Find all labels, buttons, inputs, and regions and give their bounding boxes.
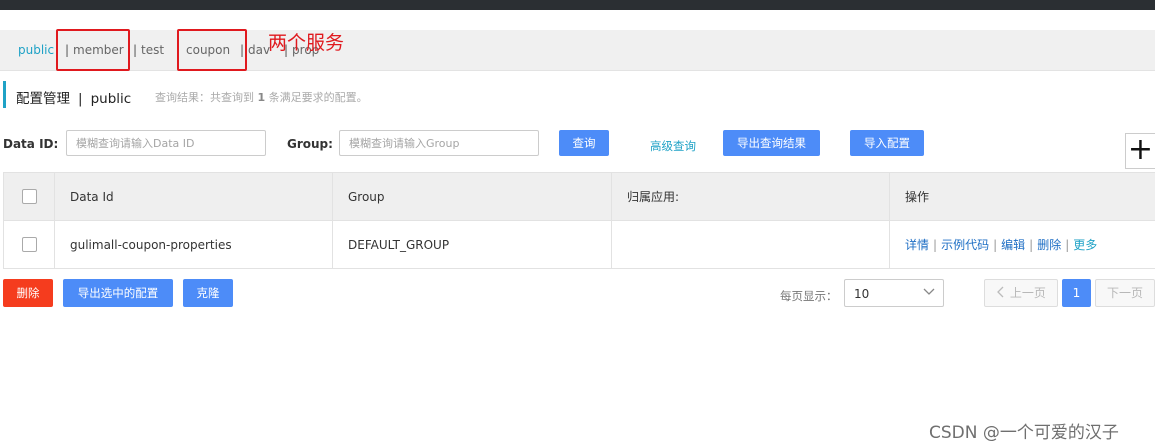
bulk-delete-button[interactable]: 删除 xyxy=(3,279,53,307)
chevron-down-icon xyxy=(923,288,935,295)
row-checkbox[interactable] xyxy=(21,237,37,252)
group-input[interactable] xyxy=(339,130,539,156)
highlight-box-member xyxy=(56,29,130,71)
page-title: 配置管理 | public xyxy=(16,91,132,107)
add-config-plus-icon[interactable]: + xyxy=(1125,133,1155,169)
column-header-app: 归属应用: xyxy=(611,172,890,221)
action-sample-code-link[interactable]: 示例代码 xyxy=(941,238,989,252)
row-select-cell xyxy=(3,220,55,269)
export-selected-button[interactable]: 导出选中的配置 xyxy=(63,279,173,307)
action-edit-link[interactable]: 编辑 xyxy=(1001,238,1025,252)
table-row: gulimall-coupon-properties DEFAULT_GROUP… xyxy=(3,220,1155,269)
select-all-checkbox[interactable] xyxy=(21,189,37,204)
top-dark-bar xyxy=(0,0,1155,10)
config-table: Data Id Group 归属应用: 操作 gulimall-coupon-p… xyxy=(3,172,1155,269)
select-all-cell xyxy=(3,172,55,221)
per-page-value: 10 xyxy=(854,287,870,301)
csdn-watermark: CSDN @一个可爱的汉子 xyxy=(929,423,1119,443)
cell-group: DEFAULT_GROUP xyxy=(332,220,612,269)
row-actions: 详情 | 示例代码 | 编辑 | 删除 | 更多 xyxy=(905,238,1098,252)
action-details-link[interactable]: 详情 xyxy=(905,238,929,252)
advanced-query-link[interactable]: 高级查询 xyxy=(650,138,696,154)
import-config-button[interactable]: 导入配置 xyxy=(850,130,924,156)
namespace-tabs: public | member | test coupon | dav | prop xyxy=(0,30,1155,71)
query-button[interactable]: 查询 xyxy=(559,130,609,156)
clone-button[interactable]: 克隆 xyxy=(183,279,233,307)
next-page-button[interactable]: 下一页 xyxy=(1095,279,1155,307)
per-page-select[interactable]: 10 xyxy=(844,279,944,307)
per-page-label: 每页显示： xyxy=(780,289,838,303)
namespace-tab-test[interactable]: | test xyxy=(133,43,164,57)
data-id-input[interactable] xyxy=(66,130,266,156)
column-header-data-id: Data Id xyxy=(54,172,333,221)
highlight-box-coupon xyxy=(177,29,247,71)
column-header-group: Group xyxy=(332,172,612,221)
namespace-tab-public[interactable]: public xyxy=(18,43,54,57)
annotation-two-services: 两个服务 xyxy=(268,32,345,54)
table-header-row: Data Id Group 归属应用: 操作 xyxy=(3,172,1155,221)
cell-actions: 详情 | 示例代码 | 编辑 | 删除 | 更多 xyxy=(889,220,1155,269)
title-accent-bar xyxy=(3,81,6,108)
export-results-button[interactable]: 导出查询结果 xyxy=(723,130,820,156)
group-label: Group: xyxy=(287,137,333,151)
action-more-link[interactable]: 更多 xyxy=(1073,238,1097,252)
page-1-button[interactable]: 1 xyxy=(1062,279,1091,307)
column-header-actions: 操作 xyxy=(889,172,1155,221)
action-delete-link[interactable]: 删除 xyxy=(1037,238,1061,252)
data-id-label: Data ID: xyxy=(3,137,59,151)
query-result-info: 查询结果：共查询到 1 条满足要求的配置。 xyxy=(155,91,368,104)
cell-app xyxy=(611,220,890,269)
prev-page-button[interactable]: 上一页 xyxy=(984,279,1058,307)
chevron-left-icon xyxy=(997,286,1004,298)
cell-data-id: gulimall-coupon-properties xyxy=(54,220,333,269)
